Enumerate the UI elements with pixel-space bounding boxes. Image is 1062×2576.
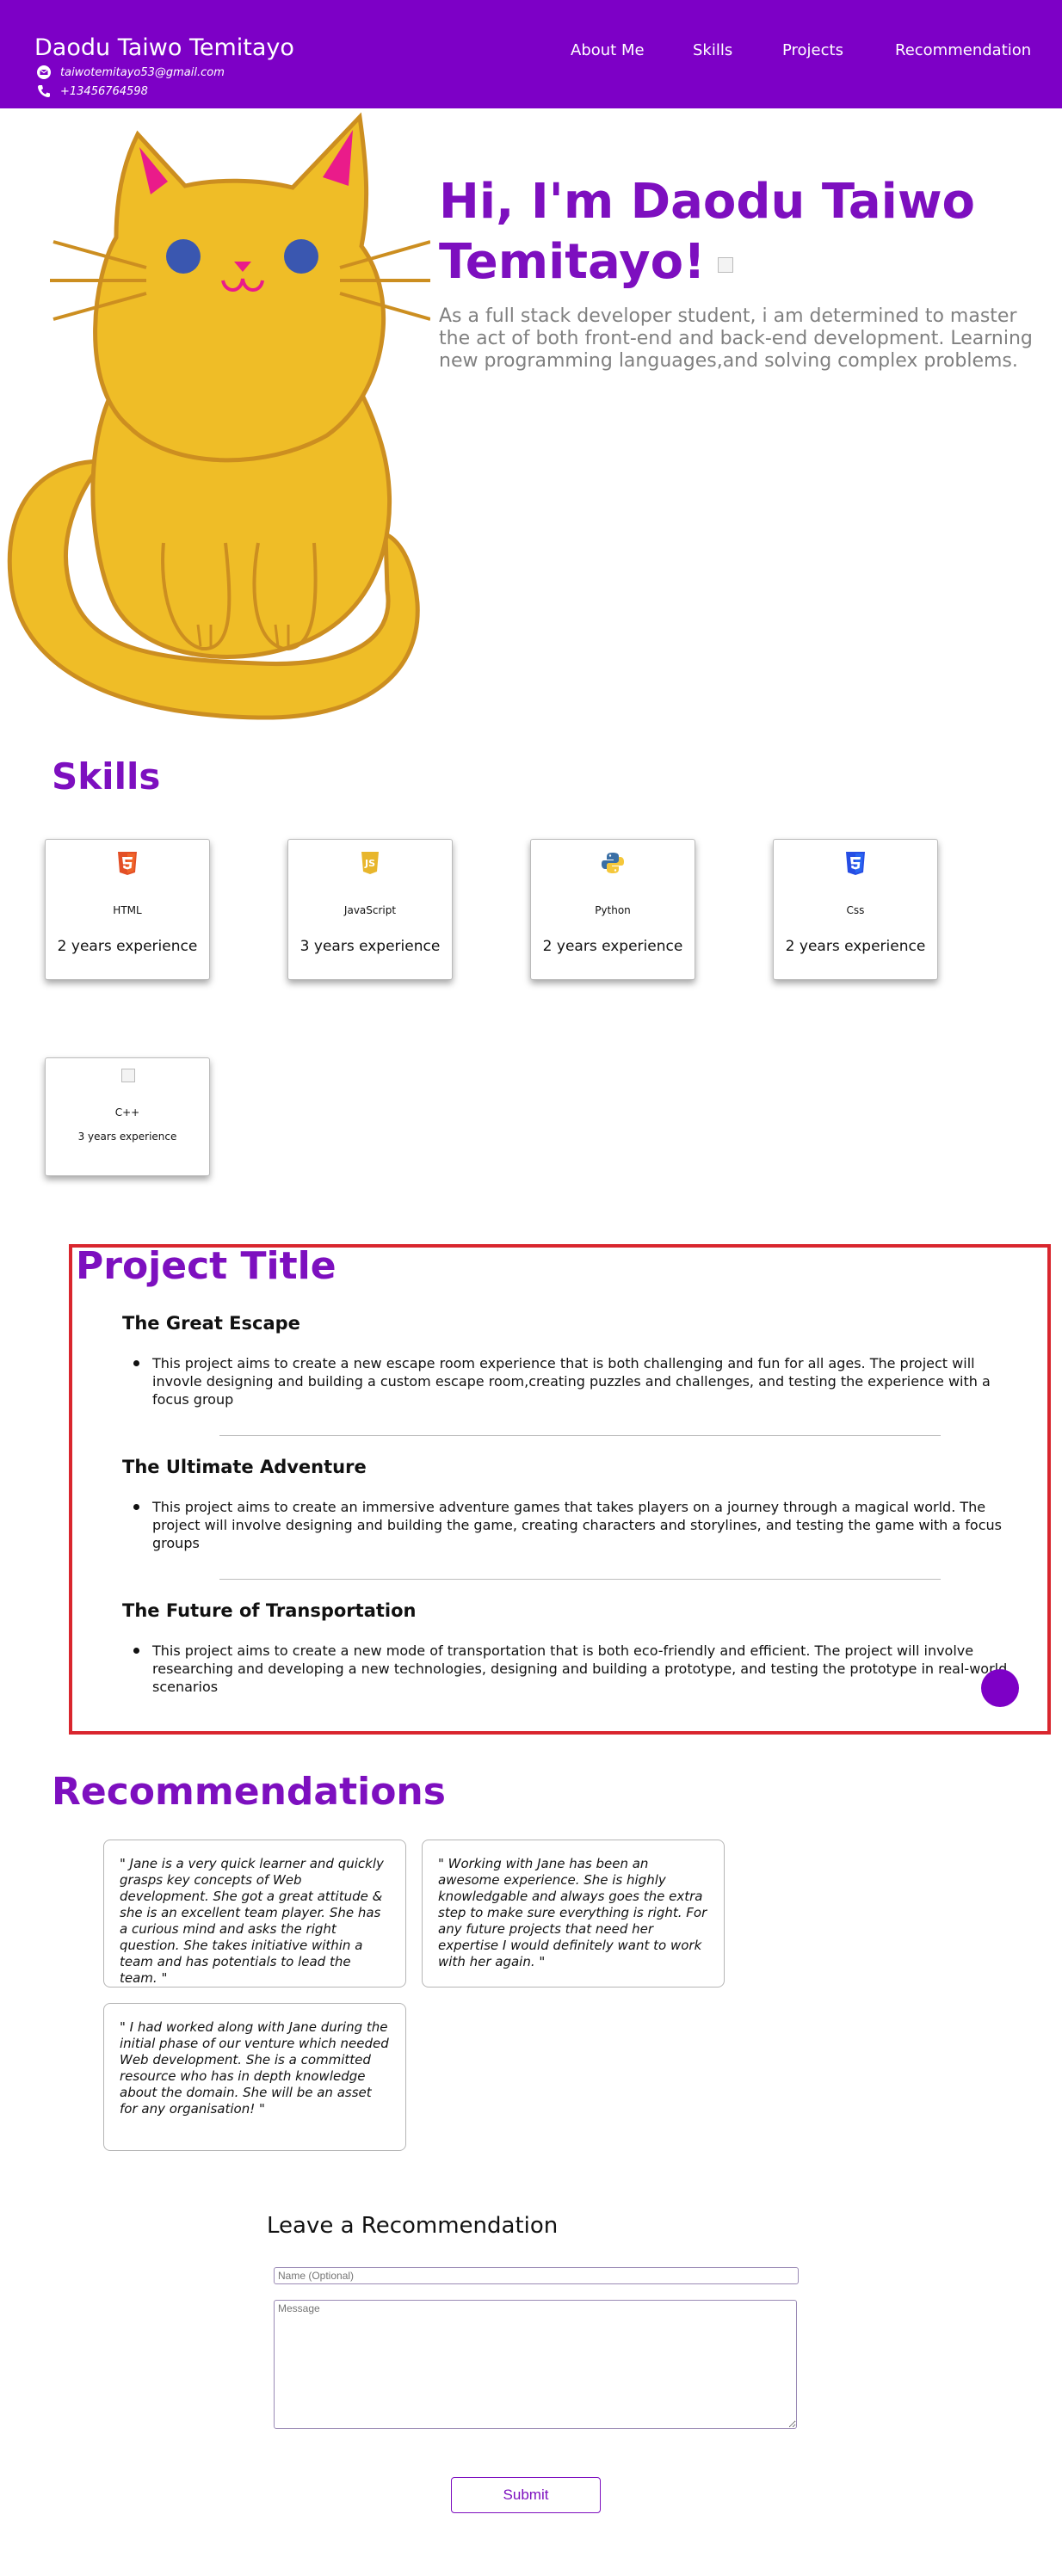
phone-contact: +13456764598 (36, 83, 148, 99)
project-description: This project aims to create a new escape… (152, 1355, 991, 1408)
project-description: This project aims to create a new mode o… (152, 1642, 1008, 1695)
skill-experience: 3 years experience (299, 938, 441, 955)
phone-text[interactable]: +13456764598 (60, 85, 148, 98)
svg-text:JS: JS (364, 858, 375, 869)
css3-icon (843, 850, 868, 876)
recommendation-card: " Jane is a very quick learner and quick… (103, 1840, 406, 1987)
hero-description: As a full stack developer student, i am … (439, 305, 1033, 372)
list-bullet (133, 1360, 139, 1366)
skills-heading: Skills (52, 755, 161, 798)
project-description: This project aims to create an immersive… (152, 1499, 1002, 1551)
name-input[interactable] (274, 2267, 799, 2284)
projects-heading: Project Title (76, 1244, 337, 1288)
mail-icon (36, 65, 52, 80)
cat-illustration (7, 112, 430, 720)
floating-action-button[interactable] (981, 1669, 1019, 1707)
skill-name: HTML (113, 904, 142, 916)
html5-icon (114, 850, 140, 876)
skill-card-html: HTML 2 years experience (45, 839, 210, 980)
project-divider (219, 1435, 941, 1436)
skill-card-javascript: JS JavaScript 3 years experience (287, 839, 453, 980)
recommendations-heading: Recommendations (52, 1770, 446, 1814)
broken-image-icon (121, 1069, 135, 1082)
form-heading: Leave a Recommendation (267, 2213, 559, 2239)
list-bullet (133, 1504, 139, 1510)
list-bullet (133, 1648, 139, 1654)
skill-card-css: Css 2 years experience (773, 839, 938, 980)
message-textarea[interactable] (274, 2300, 797, 2429)
skill-name: Python (595, 904, 631, 916)
nav-skills[interactable]: Skills (693, 41, 732, 59)
recommendation-card: " I had worked along with Jane during th… (103, 2003, 406, 2151)
site-name: Daodu Taiwo Temitayo (34, 34, 294, 61)
project-title: The Great Escape (122, 1313, 300, 1334)
hero-title-text: Hi, I'm Daodu Taiwo Temitayo! (439, 174, 976, 290)
project-title: The Future of Transportation (122, 1600, 417, 1621)
site-header: Daodu Taiwo Temitayo taiwotemitayo53@gma… (0, 0, 1062, 108)
skill-experience: 2 years experience (57, 938, 198, 955)
phone-icon (36, 83, 52, 99)
project-divider (219, 1579, 941, 1580)
nav-recommendation[interactable]: Recommendation (895, 41, 1031, 59)
skill-experience: 2 years experience (785, 938, 926, 955)
skill-experience: 2 years experience (542, 938, 683, 955)
project-title: The Ultimate Adventure (122, 1457, 367, 1477)
recommendation-card: " Working with Jane has been an awesome … (422, 1840, 725, 1987)
python-icon (600, 850, 626, 876)
hero-title: Hi, I'm Daodu Taiwo Temitayo! (439, 172, 1041, 293)
skill-name: JavaScript (343, 904, 397, 916)
nav-about-me[interactable]: About Me (571, 41, 645, 59)
email-contact: taiwotemitayo53@gmail.com (36, 65, 225, 80)
nav-projects[interactable]: Projects (782, 41, 843, 59)
broken-image-icon (717, 256, 733, 273)
skill-experience: 3 years experience (77, 1131, 177, 1143)
skill-name: C++ (114, 1106, 140, 1119)
submit-button[interactable]: Submit (451, 2477, 601, 2513)
email-text[interactable]: taiwotemitayo53@gmail.com (60, 66, 225, 79)
skill-card-cpp: C++ 3 years experience (45, 1057, 210, 1176)
skill-name: Css (846, 904, 865, 916)
javascript-icon: JS (357, 850, 383, 876)
skill-card-python: Python 2 years experience (530, 839, 695, 980)
